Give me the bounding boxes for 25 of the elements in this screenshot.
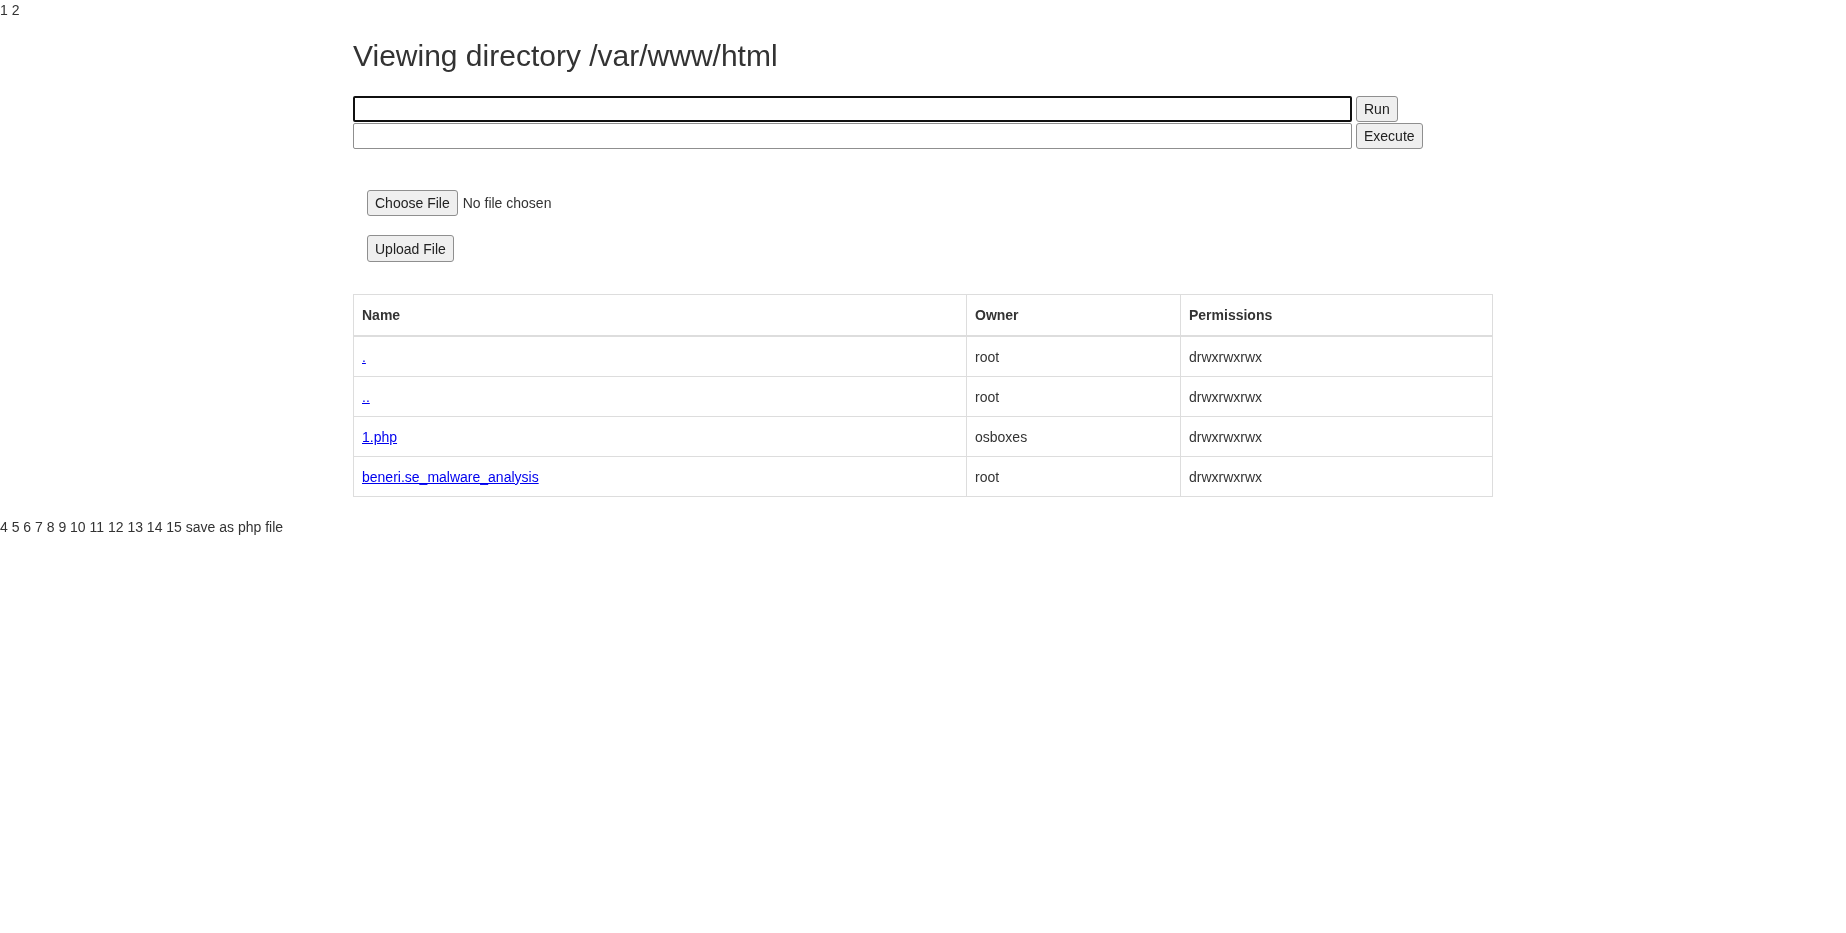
- submit-button[interactable]: Execute: [1356, 123, 1423, 149]
- table-cell: drwxrwxrwx: [1180, 416, 1493, 457]
- file-link[interactable]: .: [362, 348, 366, 365]
- page-text: 1 2: [0, 1, 20, 20]
- column-header: Owner: [966, 294, 1181, 336]
- file-status-text: No file chosen: [462, 195, 552, 211]
- page-title: Viewing directory /var/www/html: [353, 38, 778, 74]
- table-cell: drwxrwxrwx: [1180, 376, 1493, 417]
- column-header: Permissions: [1180, 294, 1493, 336]
- file-link[interactable]: 1.php: [362, 428, 398, 445]
- upload-file-button[interactable]: Upload File: [367, 235, 454, 262]
- table-cell: root: [966, 456, 1181, 497]
- table-cell: drwxrwxrwx: [1180, 456, 1493, 497]
- command-input-field[interactable]: [353, 123, 1352, 149]
- command-input-field[interactable]: [353, 96, 1352, 122]
- table-cell: osboxes: [966, 416, 1181, 457]
- table-cell: root: [966, 376, 1181, 417]
- file-link[interactable]: ..: [362, 388, 370, 405]
- table-cell: drwxrwxrwx: [1180, 336, 1493, 377]
- column-header: Name: [353, 294, 967, 336]
- choose-file-button[interactable]: Choose File: [367, 190, 458, 216]
- submit-button[interactable]: Run: [1356, 96, 1398, 122]
- page-text: 4 5 6 7 8 9 10 11 12 13 14 15 save as php file: [0, 518, 284, 537]
- table-cell: root: [966, 336, 1181, 377]
- file-link[interactable]: beneri.se_malware_analysis: [362, 468, 539, 485]
